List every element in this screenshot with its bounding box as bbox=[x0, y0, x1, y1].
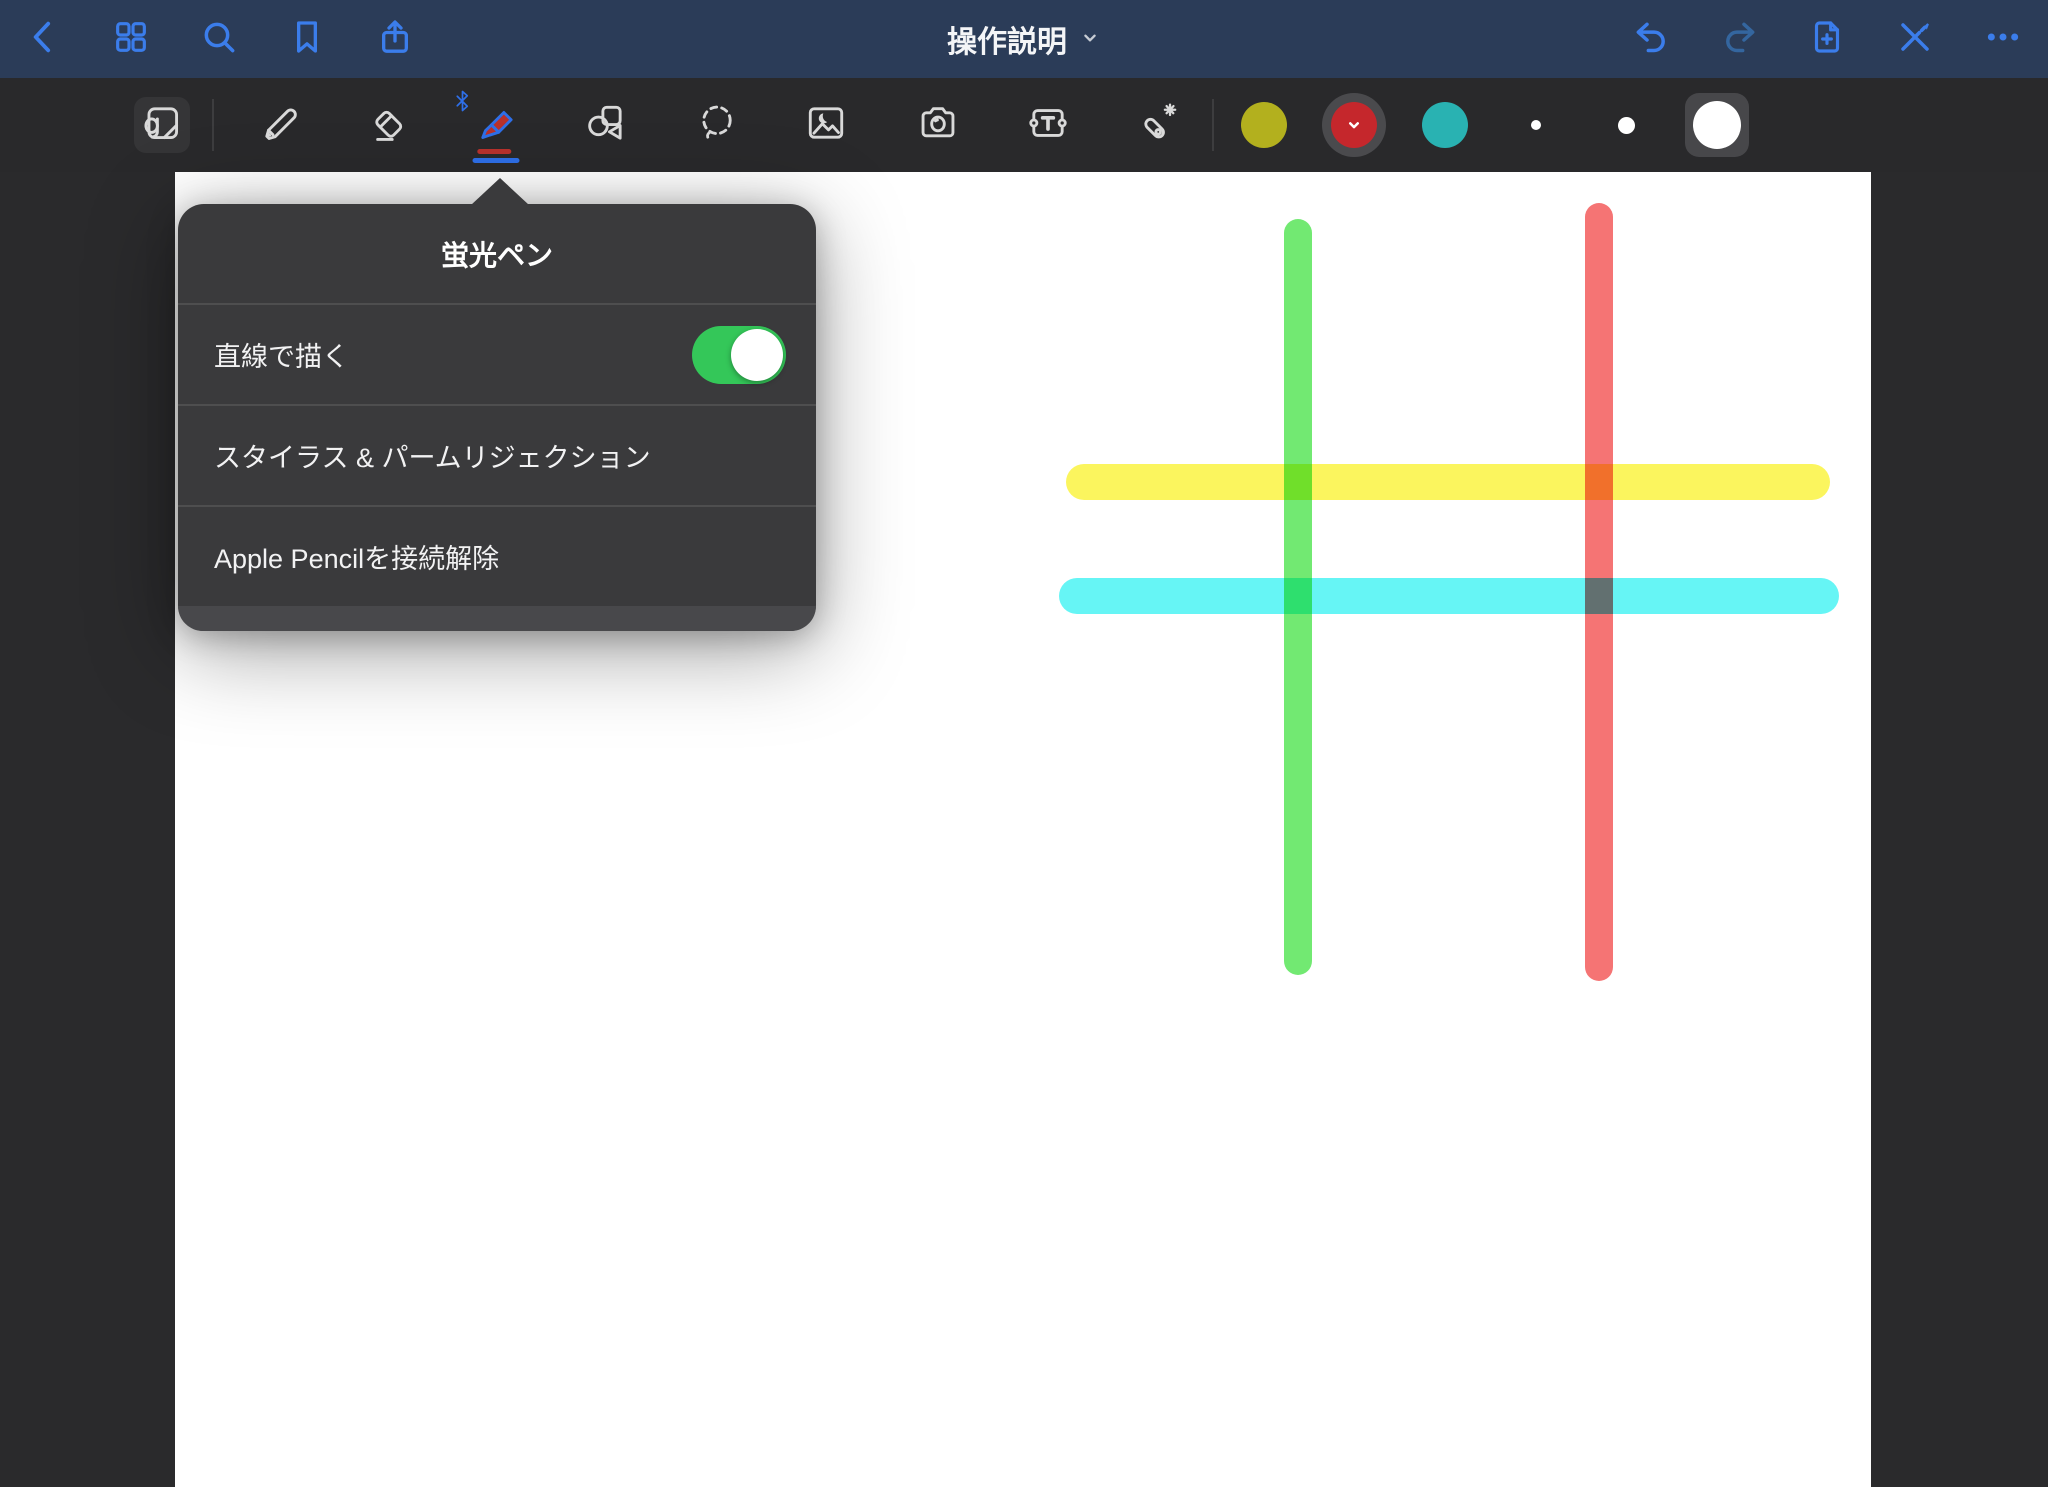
toolbar-collapse-icon bbox=[139, 100, 185, 151]
tool-laser-pointer[interactable] bbox=[1129, 97, 1185, 153]
highlighter-popover: 蛍光ペン 直線で描く スタイラス & パームリジェクション Apple Penc… bbox=[178, 178, 816, 632]
search-button[interactable] bbox=[197, 17, 241, 61]
tool-text[interactable] bbox=[1020, 97, 1076, 153]
thumbnails-button[interactable] bbox=[109, 17, 153, 61]
draw-straight-line-toggle[interactable] bbox=[692, 325, 786, 384]
tool-highlighter-selected[interactable] bbox=[456, 90, 524, 163]
teal-color-dot bbox=[1422, 102, 1468, 148]
share-button[interactable] bbox=[373, 17, 417, 61]
share-icon bbox=[375, 17, 415, 62]
redo-icon bbox=[1720, 17, 1760, 62]
stylus-palm-rejection-item[interactable]: スタイラス & パームリジェクション bbox=[178, 404, 816, 505]
color-swatch-teal[interactable] bbox=[1417, 97, 1473, 153]
image-icon bbox=[803, 100, 849, 151]
thickness-small-dot bbox=[1531, 120, 1541, 130]
bookmark-icon bbox=[287, 17, 327, 62]
laser-pointer-icon bbox=[1134, 100, 1180, 151]
thumbnails-grid-icon bbox=[111, 17, 151, 62]
chevron-down-icon bbox=[1079, 21, 1101, 57]
nav-bar: 操作説明 bbox=[0, 0, 2048, 78]
selected-tool-underline bbox=[472, 158, 520, 163]
document-title[interactable]: 操作説明 bbox=[947, 0, 1101, 78]
search-icon bbox=[199, 17, 239, 62]
thickness-medium-dot bbox=[1617, 116, 1635, 134]
highlighter-stroke-cyan-horizontal bbox=[1059, 578, 1839, 614]
thickness-large-dot bbox=[1693, 101, 1741, 149]
color-swatch-red[interactable] bbox=[1326, 97, 1382, 153]
thickness-medium-button[interactable] bbox=[1598, 97, 1654, 153]
tool-eraser[interactable] bbox=[360, 97, 416, 153]
thickness-small-button[interactable] bbox=[1508, 97, 1564, 153]
undo-icon bbox=[1631, 17, 1671, 62]
draw-straight-line-label: 直線で描く bbox=[214, 342, 349, 373]
handwriting-off-button[interactable] bbox=[1893, 17, 1937, 61]
text-icon bbox=[1025, 100, 1071, 151]
tool-pen[interactable] bbox=[252, 97, 308, 153]
popover-title: 蛍光ペン bbox=[440, 239, 553, 271]
thickness-large-button-selected[interactable] bbox=[1685, 93, 1749, 157]
back-chevron-icon bbox=[24, 17, 64, 62]
goodnotes-app: 操作説明 蛍光ペン 直線で描く スタイラス & パームリジェクション Apple… bbox=[0, 0, 2048, 1487]
redo-button[interactable] bbox=[1718, 17, 1762, 61]
toolbar-divider bbox=[1212, 99, 1214, 151]
disconnect-apple-pencil-item[interactable]: Apple Pencilを接続解除 bbox=[178, 505, 816, 606]
pen-icon bbox=[257, 100, 303, 151]
undo-button[interactable] bbox=[1629, 17, 1673, 61]
pencil-cross-icon bbox=[1895, 17, 1935, 62]
camera-icon bbox=[915, 100, 961, 151]
back-button[interactable] bbox=[22, 17, 66, 61]
document-title-text: 操作説明 bbox=[947, 26, 1067, 59]
draw-straight-line-row[interactable]: 直線で描く bbox=[178, 303, 816, 404]
tool-image[interactable] bbox=[798, 97, 854, 153]
lasso-icon bbox=[694, 100, 740, 151]
toolbar-divider bbox=[212, 99, 214, 151]
color-swatch-olive[interactable] bbox=[1236, 97, 1292, 153]
bookmark-button[interactable] bbox=[285, 17, 329, 61]
more-button[interactable] bbox=[1981, 17, 2025, 61]
add-page-icon bbox=[1807, 17, 1847, 62]
tool-bar bbox=[0, 78, 2048, 172]
tool-shapes[interactable] bbox=[577, 97, 633, 153]
red-color-dot bbox=[1331, 102, 1377, 148]
chevron-down-icon bbox=[1344, 115, 1364, 135]
bluetooth-icon bbox=[453, 88, 472, 114]
toggle-knob bbox=[731, 328, 783, 381]
popover-scroll-hint bbox=[178, 606, 816, 632]
eraser-icon bbox=[365, 100, 411, 151]
add-page-button[interactable] bbox=[1805, 17, 1849, 61]
highlighter-stroke-mark bbox=[477, 149, 512, 154]
tool-camera[interactable] bbox=[910, 97, 966, 153]
tool-lasso[interactable] bbox=[689, 97, 745, 153]
shapes-icon bbox=[582, 100, 628, 151]
more-ellipsis-icon bbox=[1983, 17, 2023, 62]
toolbar-collapse-button[interactable] bbox=[134, 97, 190, 153]
highlighter-icon bbox=[473, 100, 519, 151]
olive-color-dot bbox=[1241, 102, 1287, 148]
highlighter-stroke-yellow-horizontal bbox=[1066, 464, 1830, 500]
